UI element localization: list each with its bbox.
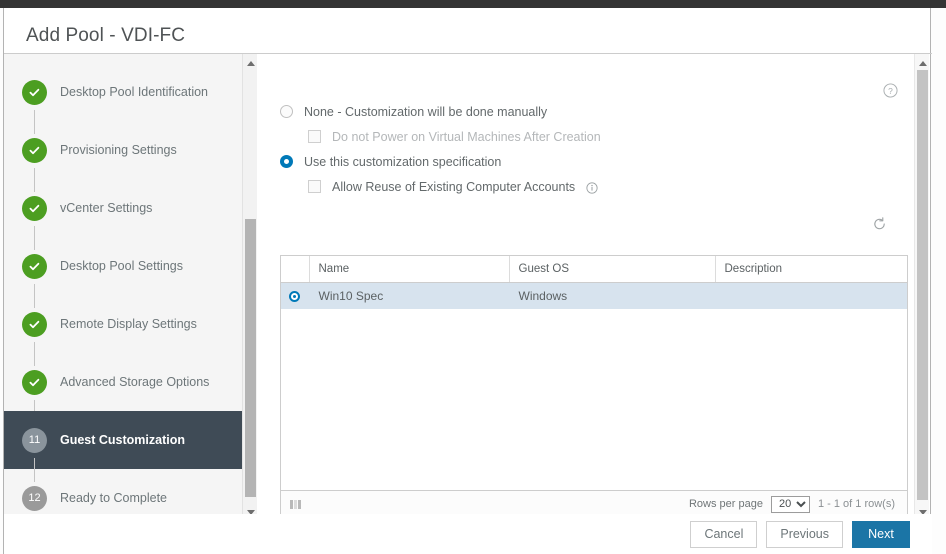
wizard-step-label: Provisioning Settings [60,143,177,157]
option-row-1[interactable]: None - Customization will be done manual… [280,99,601,124]
wizard-step-3[interactable]: vCenter Settings [4,179,242,250]
wizard-step-label: Guest Customization [60,433,186,447]
next-button[interactable]: Next [852,520,910,548]
column-header-description[interactable]: Description [715,256,907,283]
svg-text:?: ? [888,86,893,96]
table-row[interactable]: Win10 Spec Windows [281,282,907,309]
wizard-step-7[interactable]: 11 Guest Customization [4,411,242,482]
wizard-step-list: Desktop Pool Identification Provisioning … [4,54,242,522]
column-header-name[interactable]: Name [309,256,510,283]
option-label: Use this customization specification [304,154,502,169]
pagination-controls: Rows per page 20 1 - 1 of 1 row(s) [688,495,895,513]
step-complete-check-icon [22,253,47,279]
cell-name: Win10 Spec [318,288,384,303]
rows-per-page-label: Rows per page [688,498,763,510]
step-number-badge: 11 [22,427,47,453]
row-radio-checked[interactable] [289,291,301,303]
wizard-step-label: Advanced Storage Options [60,375,210,389]
checkbox-unchecked[interactable] [308,180,321,193]
option-label: Do not Power on Virtual Machines After C… [332,129,601,144]
option-label: Allow Reuse of Existing Computer Account… [332,179,576,194]
guest-customization-panel: ? None - Customization will be done manu… [258,54,916,522]
cell-guest-os: Windows [518,288,568,303]
step-complete-check-icon [22,79,47,105]
rows-per-page-select[interactable]: 20 [770,495,810,513]
sidebar-scroll-thumb[interactable] [245,219,256,497]
cell-description [715,282,907,309]
wizard-step-label: Desktop Pool Identification [60,85,209,99]
refresh-icon[interactable] [872,216,887,232]
wizard-step-label: vCenter Settings [60,201,153,215]
option-row-2[interactable]: Do not Power on Virtual Machines After C… [308,124,601,149]
select-column-header [281,256,310,283]
radio-unchecked[interactable] [280,105,293,118]
wizard-step-2[interactable]: Provisioning Settings [4,121,242,192]
wizard-step-label: Remote Display Settings [60,317,197,331]
sidebar-scroll-up-arrow-icon[interactable] [243,56,258,70]
wizard-step-5[interactable]: Remote Display Settings [4,295,242,366]
row-range-label: 1 - 1 of 1 row(s) [817,498,895,510]
dialog-scroll-up-arrow-icon[interactable] [915,56,930,70]
customization-options-group: None - Customization will be done manual… [280,99,601,199]
spec-grid-body: Win10 Spec Windows [281,282,907,309]
checkbox-unchecked[interactable] [308,130,321,143]
step-complete-check-icon [22,311,47,337]
row-select-cell[interactable] [281,282,309,309]
spec-grid: Name Guest OS Description Win10 Spec Wind… [281,256,907,309]
app-root: Add Pool - VDI-FC Desktop Pool Identific… [0,0,946,554]
option-row-3[interactable]: Use this customization specification [280,149,601,174]
wizard-step-label: Desktop Pool Settings [60,259,183,273]
previous-button[interactable]: Previous [766,520,843,548]
dialog-scroll-thumb[interactable] [917,70,928,500]
sidebar-scrollbar[interactable] [242,54,257,522]
wizard-step-4[interactable]: Desktop Pool Settings [4,237,242,308]
customization-spec-table: Name Guest OS Description Win10 Spec Wind… [280,255,908,518]
info-circle-icon[interactable] [586,181,598,194]
column-header-guest-os[interactable]: Guest OS [509,256,716,283]
table-footer: Rows per page 20 1 - 1 of 1 row(s) [281,490,907,517]
spec-grid-head: Name Guest OS Description [281,256,907,283]
page-title: Add Pool - VDI-FC [26,25,186,46]
help-circle-icon[interactable]: ? [883,83,898,98]
step-complete-check-icon [22,369,47,395]
table-header-row: Name Guest OS Description [281,256,907,283]
option-row-4[interactable]: Allow Reuse of Existing Computer Account… [308,174,601,199]
step-number-badge: 12 [22,485,47,511]
wizard-steps-sidebar: Desktop Pool Identification Provisioning … [4,54,242,522]
os-titlebar [0,0,946,8]
columns-settings-icon[interactable] [290,499,301,509]
wizard-step-label: Ready to Complete [60,491,168,505]
cancel-button[interactable]: Cancel [690,520,758,548]
dialog-button-bar: Cancel Previous Next [4,514,932,554]
step-complete-check-icon [22,137,47,163]
add-pool-dialog: Add Pool - VDI-FC Desktop Pool Identific… [3,8,932,554]
wizard-step-1[interactable]: Desktop Pool Identification [4,63,242,134]
wizard-step-6[interactable]: Advanced Storage Options [4,353,242,424]
radio-checked[interactable] [280,155,293,168]
dialog-scrollbar[interactable] [914,54,929,522]
option-label: None - Customization will be done manual… [304,104,548,119]
step-complete-check-icon [22,195,47,221]
